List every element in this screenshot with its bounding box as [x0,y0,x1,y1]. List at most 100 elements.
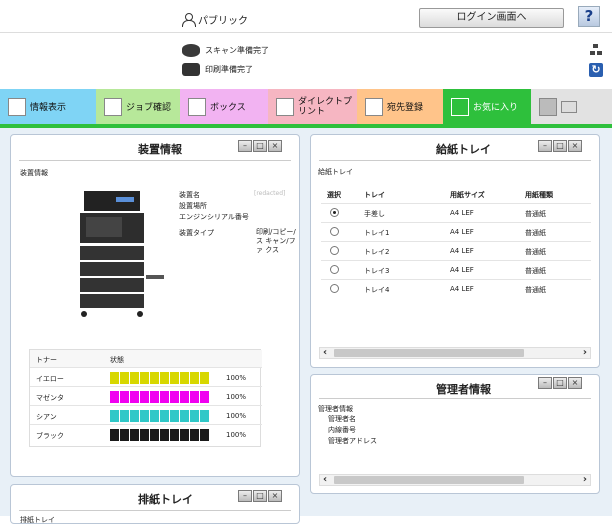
device-image [80,191,164,317]
tab-jobs[interactable]: ジョブ確認 [96,89,180,124]
horizontal-scrollbar[interactable]: ‹ › [319,474,591,486]
scan-status-label: スキャン準備完了 [205,46,269,55]
login-button[interactable]: ログイン画面へ [419,8,564,28]
section-label: 管理者情報 [318,405,353,413]
toner-segment [180,429,189,441]
content-area: 装置情報 – □ × 装置情報 装置名 [redacted] 設置場所 エンジン… [0,128,612,524]
toner-segment [130,410,139,422]
table-row[interactable]: 手差し A4 LEF 普通紙 [321,204,591,223]
toner-segment [120,429,129,441]
toner-segment [110,410,119,422]
toner-segment [170,429,179,441]
direct-print-icon [276,97,294,116]
toner-segment [140,391,149,403]
print-status-label: 印刷準備完了 [205,65,253,74]
close-button[interactable]: × [568,140,582,152]
toner-level-bar [110,391,209,403]
panel-divider [19,510,291,511]
tray-radio[interactable] [330,284,339,293]
window-buttons: – □ × [538,377,582,389]
horizontal-scrollbar[interactable]: ‹ › [319,347,591,359]
help-button[interactable]: ? [578,6,600,27]
toner-segment [150,410,159,422]
main-tabs: 情報表示 ジョブ確認 ボックス ダイレクトプリント 宛先登録 お気に入り [0,89,612,124]
admin-field: 内線番号 [328,426,356,434]
maximize-button[interactable]: □ [553,140,567,152]
window-buttons: – □ × [238,140,282,152]
toner-table: トナー 状態 イエロー 100% マゼンタ 100% シアン 100% ブラック [29,349,262,447]
device-info-panel: 装置情報 – □ × 装置情報 装置名 [redacted] 設置場所 エンジン… [10,134,300,477]
address-icon [365,97,383,116]
scroll-left-icon[interactable]: ‹ [323,347,327,358]
network-icon[interactable] [590,44,602,56]
toner-segment [200,391,209,403]
scroll-thumb[interactable] [334,349,524,357]
close-button[interactable]: × [268,490,282,502]
toner-level-bar [110,372,209,384]
scan-status: スキャン準備完了 [182,44,269,57]
tray-radio[interactable] [330,227,339,236]
print-status: 印刷準備完了 [182,63,253,76]
panel-title: 装置情報 [138,143,182,156]
toner-segment [170,372,179,384]
printer-icon [182,63,200,76]
section-label: 排紙トレイ [20,516,55,524]
table-row[interactable]: トレイ4 A4 LEF 普通紙 [321,280,591,299]
toner-segment [110,391,119,403]
tray-radio[interactable] [330,265,339,274]
toner-level-bar [110,410,209,422]
tab-box[interactable]: ボックス [180,89,268,124]
field-label: 装置名 [179,191,200,199]
toner-level-bar [110,429,209,441]
table-row: ブラック 100% [36,429,247,441]
user-icon [182,13,196,27]
screen-icon [561,100,577,113]
scanner-icon [182,44,200,57]
field-label: 装置タイプ [179,229,214,237]
table-row[interactable]: トレイ2 A4 LEF 普通紙 [321,242,591,261]
scroll-left-icon[interactable]: ‹ [323,474,327,485]
scroll-right-icon[interactable]: › [583,474,587,485]
minimize-button[interactable]: – [538,140,552,152]
maximize-button[interactable]: □ [253,490,267,502]
maximize-button[interactable]: □ [253,140,267,152]
toner-segment [150,429,159,441]
toner-segment [160,372,169,384]
toner-segment [160,391,169,403]
scroll-thumb[interactable] [334,476,524,484]
toner-segment [140,372,149,384]
job-icon [104,97,122,116]
maximize-button[interactable]: □ [553,377,567,389]
box-icon [188,97,206,116]
scroll-right-icon[interactable]: › [583,347,587,358]
minimize-button[interactable]: – [538,377,552,389]
table-row[interactable]: トレイ3 A4 LEF 普通紙 [321,261,591,280]
tray-radio[interactable] [330,246,339,255]
refresh-icon[interactable]: ↻ [589,63,603,77]
toner-segment [120,410,129,422]
tab-direct-print[interactable]: ダイレクトプリント [268,89,357,124]
field-value: [redacted] [254,190,286,197]
minimize-button[interactable]: – [238,140,252,152]
header-divider [0,32,612,33]
minimize-button[interactable]: – [238,490,252,502]
window-buttons: – □ × [238,490,282,502]
table-row: イエロー 100% [30,369,262,387]
tab-extra[interactable] [531,89,612,124]
close-button[interactable]: × [568,377,582,389]
tab-info[interactable]: 情報表示 [0,89,96,124]
toner-segment [190,372,199,384]
tab-address[interactable]: 宛先登録 [357,89,443,124]
toner-segment [190,410,199,422]
admin-field: 管理者アドレス [328,437,377,445]
toner-segment [120,372,129,384]
toner-segment [110,372,119,384]
table-row[interactable]: トレイ1 A4 LEF 普通紙 [321,223,591,242]
table-row: マゼンタ 100% [30,388,262,406]
admin-info-panel: 管理者情報 – □ × 管理者情報 管理者名 内線番号 管理者アドレス ‹ › [310,374,600,494]
tab-favorites[interactable]: お気に入り [443,89,531,124]
paper-tray-panel: 給紙トレイ – □ × 給紙トレイ 選択 トレイ 用紙サイズ 用紙種類 手差し … [310,134,600,368]
tray-radio[interactable] [330,208,339,217]
toner-segment [170,391,179,403]
close-button[interactable]: × [268,140,282,152]
